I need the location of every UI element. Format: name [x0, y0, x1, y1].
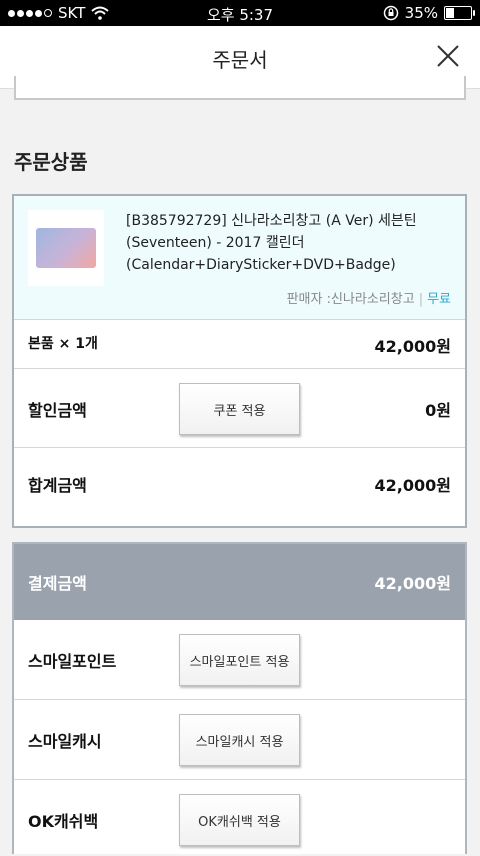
payment-header: 결제금액 42,000원 [14, 544, 465, 620]
product-name: [B385792729] 신나라소리창고 (A Ver) 세븐틴 (Sevent… [126, 213, 417, 273]
total-row: 합계금액 42,000원 [14, 448, 465, 526]
seller-label: 판매자 :신나라소리창고 [286, 292, 415, 307]
coupon-apply-button[interactable]: 쿠폰 적용 [179, 383, 300, 435]
payment-amount: 42,000원 [374, 574, 451, 593]
seller-separator: | [418, 292, 424, 307]
ok-cashbag-label: OK캐쉬백 [28, 812, 99, 831]
battery-percentage: 35% [404, 4, 438, 22]
status-bar: SKT 오후 5:37 35% [0, 0, 480, 26]
smile-point-label: 스마일포인트 [28, 652, 117, 671]
orientation-lock-icon [383, 5, 398, 21]
discount-row: 할인금액 쿠폰 적용 0원 [14, 369, 465, 448]
ok-cashbag-row: OK캐쉬백 OK캐쉬백 적용 [14, 780, 465, 856]
seller-info: 판매자 :신나라소리창고 | 무료 [287, 288, 451, 307]
product-card[interactable]: [B385792729] 신나라소리창고 (A Ver) 세븐틴 (Sevent… [14, 196, 465, 320]
shipping-fee: 무료 [427, 292, 451, 307]
total-amount: 42,000원 [374, 476, 451, 495]
total-label: 합계금액 [28, 476, 87, 495]
order-product-box: [B385792729] 신나라소리창고 (A Ver) 세븐틴 (Sevent… [12, 194, 467, 528]
previous-input-field[interactable] [14, 76, 466, 100]
smile-point-row: 스마일포인트 스마일포인트 적용 [14, 620, 465, 700]
smile-cash-row: 스마일캐시 스마일캐시 적용 [14, 700, 465, 780]
battery-icon [444, 6, 475, 20]
close-icon[interactable] [434, 42, 462, 70]
quantity-price: 42,000원 [374, 337, 451, 356]
smile-cash-apply-button[interactable]: 스마일캐시 적용 [179, 714, 300, 766]
payment-box: 결제금액 42,000원 스마일포인트 스마일포인트 적용 스마일캐시 스마일캐… [12, 542, 467, 854]
discount-label: 할인금액 [28, 401, 87, 420]
payment-label: 결제금액 [28, 574, 87, 593]
ok-cashbag-apply-button[interactable]: OK캐쉬백 적용 [179, 794, 300, 846]
status-right: 35% [383, 4, 475, 22]
quantity-row: 본품 × 1개 42,000원 [14, 319, 465, 369]
section-title: 주문상품 [14, 150, 88, 174]
product-thumbnail[interactable] [28, 210, 104, 286]
page-title: 주문서 [212, 48, 268, 72]
smile-cash-label: 스마일캐시 [28, 732, 102, 751]
discount-amount: 0원 [425, 401, 451, 420]
smile-point-apply-button[interactable]: 스마일포인트 적용 [179, 634, 300, 686]
quantity-label: 본품 × 1개 [28, 336, 98, 352]
